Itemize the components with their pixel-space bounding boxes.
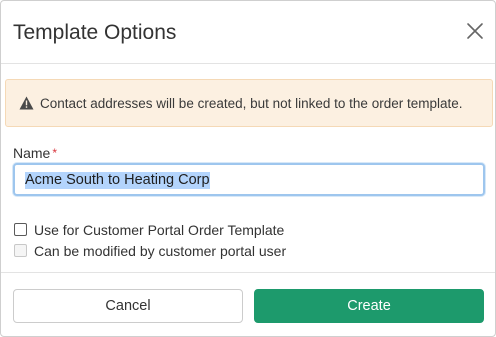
required-marker: * — [52, 146, 58, 160]
name-input[interactable]: Acme South to Heating Corp — [13, 163, 485, 196]
close-button[interactable] — [466, 22, 484, 40]
warning-alert: Contact addresses will be created, but n… — [5, 79, 493, 127]
cancel-button[interactable]: Cancel — [13, 289, 243, 323]
dialog-title: Template Options — [13, 21, 177, 44]
warning-triangle-icon — [19, 96, 34, 110]
alert-message: Contact addresses will be created, but n… — [40, 96, 463, 111]
customer-portal-template-checkbox[interactable] — [14, 223, 27, 236]
create-button[interactable]: Create — [254, 289, 484, 323]
footer-divider — [1, 272, 495, 273]
name-input-value: Acme South to Heating Corp — [25, 172, 210, 189]
modifiable-by-portal-user-label: Can be modified by customer portal user — [34, 243, 287, 259]
customer-portal-template-label[interactable]: Use for Customer Portal Order Template — [34, 221, 284, 239]
dialog-header: Template Options — [1, 1, 495, 64]
modifiable-by-portal-user-checkbox — [14, 244, 27, 257]
close-x-icon — [467, 23, 483, 39]
name-label: Name * — [13, 144, 57, 162]
name-label-text: Name — [13, 145, 51, 161]
template-options-dialog: Template Options Contact addresses will … — [0, 0, 496, 337]
